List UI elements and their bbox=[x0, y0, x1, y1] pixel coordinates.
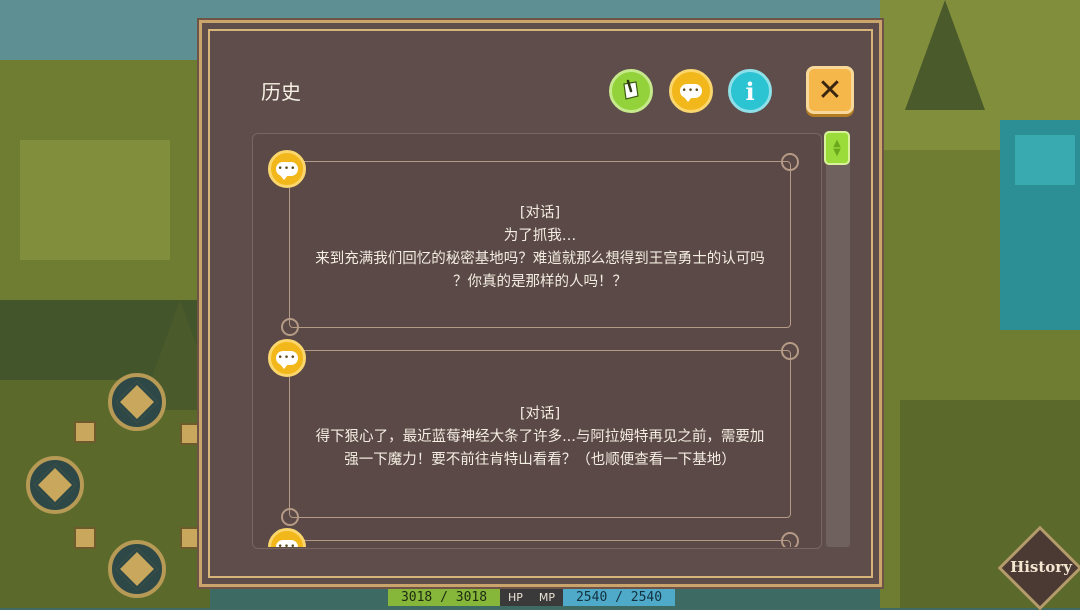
arrow-down-icon bbox=[115, 547, 159, 591]
scrollbar-thumb[interactable]: ▲ ▼ bbox=[824, 131, 850, 165]
entry-line: 为了抓我… bbox=[503, 228, 577, 244]
chat-bubble-icon: ••• bbox=[268, 339, 306, 377]
note-filter-button[interactable] bbox=[609, 69, 653, 113]
dpad-left-button[interactable] bbox=[26, 456, 84, 514]
mp-value: 2540 / 2540 bbox=[563, 588, 676, 606]
hp-label: HP bbox=[500, 588, 531, 606]
close-button[interactable]: ✕ bbox=[806, 66, 854, 114]
chat-bubble-icon: ••• bbox=[268, 528, 306, 547]
arrow-up-icon bbox=[115, 380, 159, 424]
chat-filter-button[interactable]: ••• bbox=[669, 69, 713, 113]
dpad-down-left-button[interactable] bbox=[74, 527, 96, 549]
mp-label: MP bbox=[530, 588, 564, 606]
dpad-up-button[interactable] bbox=[108, 373, 166, 431]
entry-line: 强一下魔力！要不前往肯特山看看？（也顺便查看一下基地） bbox=[344, 452, 736, 468]
close-icon: ✕ bbox=[817, 72, 843, 108]
chat-bubble-icon: ••• bbox=[268, 150, 306, 188]
arrow-left-icon bbox=[33, 463, 77, 507]
entry-tag: [对话] bbox=[519, 205, 561, 221]
entry-tag: [对话] bbox=[519, 406, 561, 422]
history-entry-clip: ••• bbox=[252, 520, 820, 547]
history-entry: [对话] 得下狠心了，最近蓝莓神经大条了许多...与阿拉姆特再见之前，需要加 强… bbox=[281, 342, 799, 526]
entry-line: 来到充满我们回忆的秘密基地吗？难道就那么想得到王宫勇士的认可吗 bbox=[315, 251, 765, 267]
dialog-title: 历史 bbox=[261, 80, 301, 104]
info-button[interactable]: i bbox=[728, 69, 772, 113]
hp-value: 3018 / 3018 bbox=[388, 588, 500, 606]
info-icon: i bbox=[745, 76, 755, 106]
history-button-label[interactable]: History bbox=[1003, 558, 1079, 576]
note-icon bbox=[623, 79, 639, 100]
dpad-up-left-button[interactable] bbox=[74, 421, 96, 443]
dpad-down-button[interactable] bbox=[108, 540, 166, 598]
entry-line: ？你真的是那样的人吗！？ bbox=[453, 274, 627, 290]
chat-icon: ••• bbox=[680, 84, 702, 102]
scrollbar-track[interactable] bbox=[826, 133, 850, 547]
history-entry: [对话] 为了抓我… 来到充满我们回忆的秘密基地吗？难道就那么想得到王宫勇士的认… bbox=[281, 153, 799, 336]
entry-line: 得下狠心了，最近蓝莓神经大条了许多...与阿拉姆特再见之前，需要加 bbox=[315, 429, 765, 445]
status-hud: 3018 / 3018 HP MP 2540 / 2540 bbox=[388, 586, 676, 608]
history-entry bbox=[289, 532, 799, 547]
